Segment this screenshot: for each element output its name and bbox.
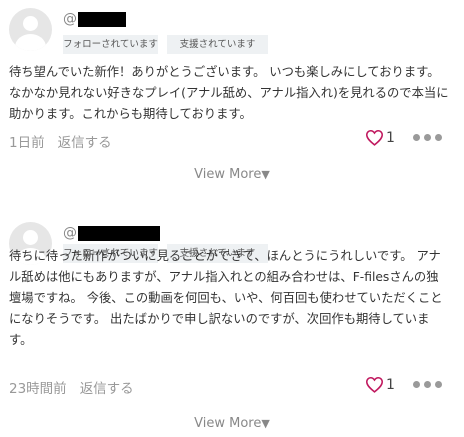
comment-meta: 23時間前 返信する [9,377,134,397]
avatar-body-shape [15,34,46,51]
like-count: 1 [386,129,395,146]
view-more-link[interactable]: View More▼ [0,416,464,431]
username-redacted [78,225,160,241]
dot [413,381,420,388]
comment-list: @ フォローされています 支援されています 待ち望んでいた新作！ありがとうござい… [0,0,464,437]
avatar-head-shape [23,230,38,245]
chevron-down-icon: ▼ [261,168,270,181]
supporter-badge: 支援されています [167,35,268,54]
reply-button[interactable]: 返信する [58,131,112,151]
username-prefix: @ [63,225,77,241]
dot [435,381,442,388]
comment-actions: 1 [365,129,442,146]
view-more-label: View More [194,416,262,431]
more-options-icon[interactable] [413,381,442,388]
username-redacted [78,11,126,27]
dot [435,134,442,141]
comment-meta: 1日前 返信する [9,131,112,151]
username[interactable]: @ [63,10,126,28]
comment-time: 1日前 [9,135,45,151]
username-prefix: @ [63,11,77,27]
comment-text: 待ち望んでいた新作！ありがとうございます。 いつも楽しみにしております。 なかな… [9,65,449,121]
heart-icon[interactable] [365,129,384,146]
avatar[interactable] [9,8,52,51]
comment-text: 待ちに待った新作がついに見ることができて、ほんとうにうれしいです。 アナル舐めは… [9,249,443,347]
dot [424,381,431,388]
dot [413,134,420,141]
avatar-head-shape [23,16,38,31]
more-options-icon[interactable] [413,134,442,141]
badge-row: フォローされています 支援されています [63,35,268,54]
heart-icon[interactable] [365,376,384,393]
like-count: 1 [386,376,395,393]
following-badge: フォローされています [63,35,158,54]
reply-button[interactable]: 返信する [80,377,134,397]
comment-actions: 1 [365,376,442,393]
view-more-link[interactable]: View More▼ [0,167,464,182]
comment-time: 23時間前 [9,381,67,397]
chevron-down-icon: ▼ [261,417,270,430]
view-more-label: View More [194,167,262,182]
dot [424,134,431,141]
username[interactable]: @ [63,224,160,242]
